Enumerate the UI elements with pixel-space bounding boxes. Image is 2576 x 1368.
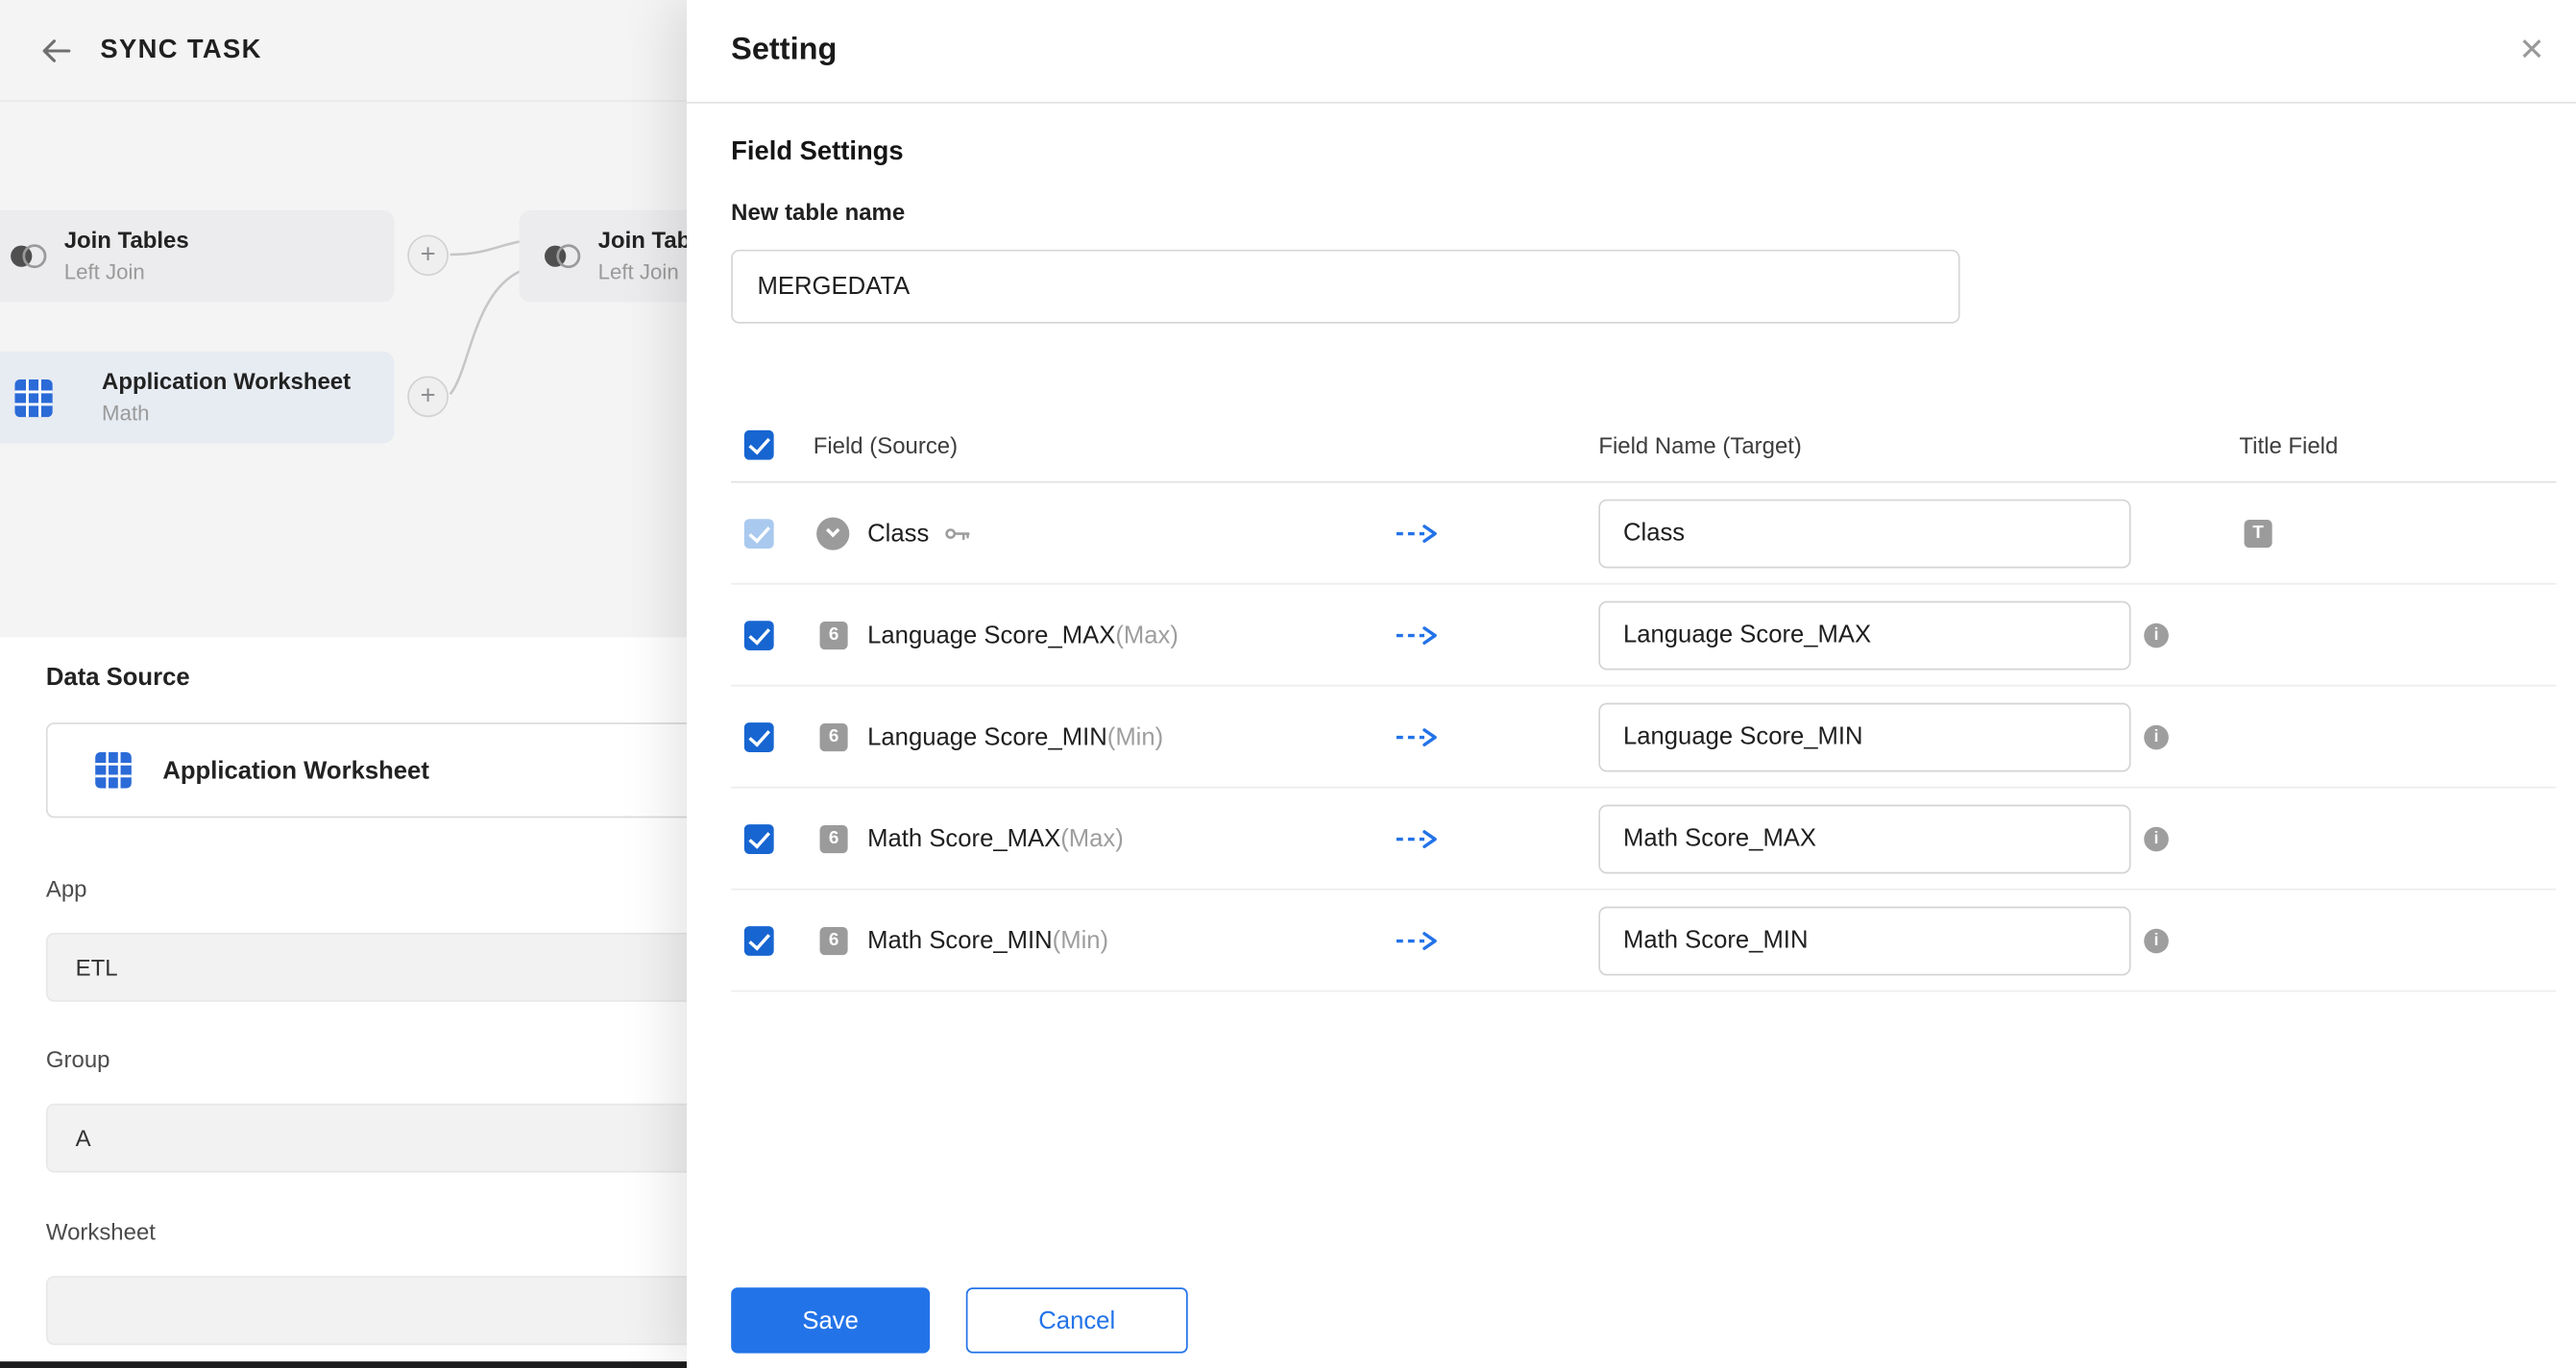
info-icon[interactable] [2144, 928, 2169, 953]
target-field-input[interactable] [1598, 804, 2130, 873]
page-title: SYNC TASK [100, 36, 261, 65]
field-type-icon: 6 [820, 926, 848, 954]
field-type-icon [816, 517, 849, 550]
field-suffix: (Max) [1115, 621, 1179, 648]
table-row: 6 Language Score_MIN(Min) [731, 687, 2556, 789]
map-arrow-icon [1394, 723, 1443, 749]
field-name: Math Score_MAX [867, 824, 1060, 852]
worksheet-table-icon [13, 377, 55, 418]
back-button[interactable] [39, 34, 72, 66]
left-join-icon [541, 241, 583, 271]
map-arrow-icon [1394, 520, 1443, 546]
node-title: Application Worksheet [102, 365, 351, 399]
new-table-name-input[interactable] [731, 250, 1959, 324]
field-name: Math Score_MIN [867, 926, 1053, 954]
map-arrow-icon [1394, 622, 1443, 647]
field-name: Language Score_MAX [867, 621, 1115, 648]
bottom-strip [0, 1361, 687, 1368]
dialog-body: Field Settings New table name Field (Sou… [687, 104, 2576, 1368]
field-mapping-table: Field (Source) Field Name (Target) Title… [731, 407, 2556, 992]
node-join-tables-1[interactable]: Join Tables Left Join [0, 210, 395, 303]
title-field-badge[interactable]: T [2245, 519, 2272, 547]
worksheet-label: Worksheet [46, 1218, 156, 1244]
map-arrow-icon [1394, 825, 1443, 851]
field-type-icon: 6 [820, 621, 848, 648]
field-suffix: (Min) [1107, 722, 1163, 750]
row-checkbox[interactable] [744, 925, 774, 955]
field-suffix: (Max) [1060, 824, 1124, 852]
save-button[interactable]: Save [731, 1287, 930, 1353]
table-row: 6 Language Score_MAX(Max) [731, 585, 2556, 687]
target-field-input[interactable] [1598, 600, 2130, 670]
table-row: 6 Math Score_MIN(Min) [731, 891, 2556, 992]
cancel-button[interactable]: Cancel [966, 1287, 1188, 1353]
data-source-heading: Data Source [46, 664, 190, 692]
data-source-name: Application Worksheet [162, 756, 429, 784]
row-checkbox[interactable] [744, 620, 774, 649]
field-type-icon: 6 [820, 722, 848, 750]
map-arrow-icon [1394, 927, 1443, 953]
node-subtitle: Left Join [64, 257, 189, 288]
page: SYNC TASK Join Tables Left Join + [0, 0, 2576, 1368]
app-label: App [46, 875, 87, 901]
add-node-button-2[interactable]: + [407, 376, 449, 417]
header-field-source: Field (Source) [814, 431, 958, 457]
dialog-title: Setting [731, 33, 837, 69]
header-title-field: Title Field [2239, 431, 2338, 457]
dialog-header: Setting ✕ [687, 0, 2576, 104]
select-all-checkbox[interactable] [744, 429, 774, 459]
flow-canvas: SYNC TASK Join Tables Left Join + [0, 0, 687, 637]
close-icon[interactable]: ✕ [2512, 29, 2551, 73]
row-checkbox[interactable] [744, 518, 774, 548]
node-join-tables-2[interactable]: Join Tables Left Join [520, 210, 687, 303]
worksheet-table-icon [93, 750, 133, 790]
arrow-left-icon [39, 34, 72, 66]
field-type-icon: 6 [820, 824, 848, 852]
node-title: Join Tables [64, 224, 189, 257]
setting-dialog: Setting ✕ Field Settings New table name … [687, 0, 2576, 1368]
sync-task-page: SYNC TASK Join Tables Left Join + [0, 0, 687, 1368]
node-subtitle: Left Join [598, 257, 687, 288]
header-field-target: Field Name (Target) [1598, 431, 1802, 457]
info-icon[interactable] [2144, 623, 2169, 647]
target-field-input[interactable] [1598, 906, 2130, 975]
dialog-actions: Save Cancel [731, 1287, 1188, 1353]
field-name: Language Score_MIN [867, 722, 1107, 750]
row-checkbox[interactable] [744, 721, 774, 751]
field-name: Class [867, 519, 929, 547]
new-table-name-label: New table name [731, 199, 905, 225]
field-suffix: (Min) [1053, 926, 1108, 954]
data-source-card[interactable]: Application Worksheet [46, 722, 687, 818]
info-icon[interactable] [2144, 724, 2169, 749]
table-rows: Class T 6 Language Score_MAX(Max) [731, 483, 2556, 992]
field-settings-heading: Field Settings [731, 138, 903, 168]
target-field-input[interactable] [1598, 702, 2130, 771]
group-select[interactable]: A [46, 1104, 687, 1173]
left-join-icon [7, 241, 49, 271]
target-field-input[interactable] [1598, 499, 2130, 568]
table-row: 6 Math Score_MAX(Max) [731, 789, 2556, 891]
table-row: Class T [731, 483, 2556, 585]
table-header-row: Field (Source) Field Name (Target) Title… [731, 407, 2556, 483]
node-application-worksheet[interactable]: Application Worksheet Math [0, 352, 395, 444]
app-select[interactable]: ETL [46, 933, 687, 1002]
key-icon [944, 524, 970, 542]
worksheet-select[interactable] [46, 1276, 687, 1345]
row-checkbox[interactable] [744, 823, 774, 853]
info-icon[interactable] [2144, 826, 2169, 851]
add-node-button-1[interactable]: + [407, 234, 449, 276]
group-label: Group [46, 1046, 110, 1072]
topbar: SYNC TASK [0, 0, 687, 102]
node-subtitle: Math [102, 399, 351, 429]
node-title: Join Tables [598, 224, 687, 257]
